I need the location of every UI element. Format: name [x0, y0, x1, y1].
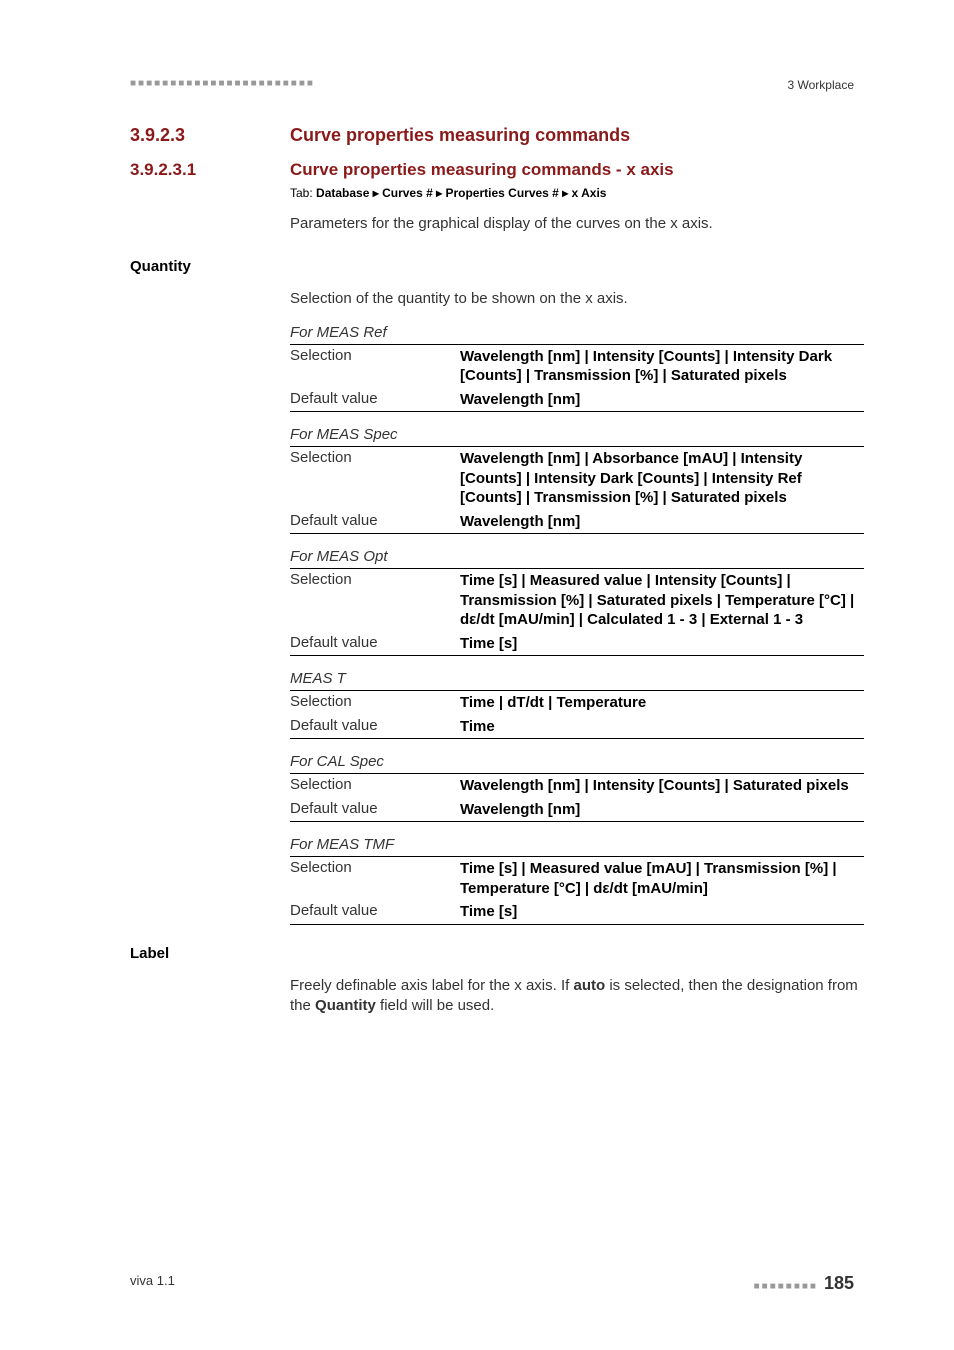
- group-caption: For MEAS TMF: [290, 836, 864, 856]
- group-caption: For CAL Spec: [290, 753, 864, 773]
- divider: [290, 738, 864, 739]
- footer-right: ■■■■■■■■ 185: [754, 1273, 854, 1294]
- property-value: Wavelength [nm] | Intensity [Counts] | I…: [460, 347, 864, 386]
- property-group: For MEAS TMFSelectionTime [s] | Measured…: [290, 836, 864, 925]
- property-row: SelectionTime | dT/dt | Temperature: [290, 691, 864, 715]
- property-row: SelectionWavelength [nm] | Intensity [Co…: [290, 774, 864, 798]
- quantity-desc: Selection of the quantity to be shown on…: [290, 289, 864, 309]
- divider: [290, 655, 864, 656]
- property-row: SelectionWavelength [nm] | Absorbance [m…: [290, 447, 864, 510]
- property-label: Default value: [290, 512, 460, 532]
- property-value: Time: [460, 717, 864, 737]
- property-group: MEAS TSelectionTime | dT/dt | Temperatur…: [290, 670, 864, 739]
- footer-left: viva 1.1: [130, 1273, 175, 1294]
- property-value: Wavelength [nm]: [460, 390, 864, 410]
- tab-path: Tab: Database ▸ Curves # ▸ Properties Cu…: [290, 186, 864, 200]
- property-value: Time [s]: [460, 902, 864, 922]
- property-value: Time | dT/dt | Temperature: [460, 693, 864, 713]
- property-row: Default valueWavelength [nm]: [290, 510, 864, 534]
- property-row: Default valueWavelength [nm]: [290, 388, 864, 412]
- divider: [290, 924, 864, 925]
- property-label: Selection: [290, 859, 460, 898]
- section-title: Curve properties measuring commands: [290, 125, 630, 146]
- property-value: Time [s]: [460, 634, 864, 654]
- property-value: Time [s] | Measured value [mAU] | Transm…: [460, 859, 864, 898]
- divider: [290, 533, 864, 534]
- label-bold-auto: auto: [573, 977, 605, 994]
- group-caption: For MEAS Spec: [290, 426, 864, 446]
- property-label: Selection: [290, 449, 460, 508]
- label-bold-quantity: Quantity: [315, 997, 376, 1014]
- quantity-heading: Quantity: [130, 258, 864, 275]
- property-value: Wavelength [nm]: [460, 800, 864, 820]
- divider: [290, 821, 864, 822]
- section-number: 3.9.2.3: [130, 125, 290, 146]
- group-caption: MEAS T: [290, 670, 864, 690]
- page-number: 185: [824, 1273, 854, 1293]
- property-row: SelectionTime [s] | Measured value | Int…: [290, 569, 864, 632]
- property-group: For MEAS RefSelectionWavelength [nm] | I…: [290, 324, 864, 413]
- intro-paragraph: Parameters for the graphical display of …: [290, 214, 864, 234]
- property-label: Selection: [290, 693, 460, 713]
- page-footer: viva 1.1 ■■■■■■■■ 185: [130, 1273, 854, 1294]
- property-value: Wavelength [nm] | Intensity [Counts] | S…: [460, 776, 864, 796]
- property-row: Default valueTime: [290, 715, 864, 739]
- property-label: Selection: [290, 347, 460, 386]
- property-value: Wavelength [nm] | Absorbance [mAU] | Int…: [460, 449, 864, 508]
- section-heading: 3.9.2.3 Curve properties measuring comma…: [130, 125, 864, 146]
- tab-text: Database ▸ Curves # ▸ Properties Curves …: [316, 186, 606, 200]
- property-label: Selection: [290, 776, 460, 796]
- property-group: For CAL SpecSelectionWavelength [nm] | I…: [290, 753, 864, 822]
- subsection-number: 3.9.2.3.1: [130, 160, 290, 180]
- label-text-post: field will be used.: [376, 997, 494, 1014]
- property-label: Default value: [290, 902, 460, 922]
- property-group: For MEAS SpecSelectionWavelength [nm] | …: [290, 426, 864, 534]
- label-text-pre: Freely definable axis label for the x ax…: [290, 977, 573, 994]
- property-value: Wavelength [nm]: [460, 512, 864, 532]
- header-dots: ■■■■■■■■■■■■■■■■■■■■■■■: [130, 78, 864, 89]
- property-label: Default value: [290, 717, 460, 737]
- subsection-heading: 3.9.2.3.1 Curve properties measuring com…: [130, 160, 864, 180]
- footer-dots: ■■■■■■■■: [754, 1281, 818, 1292]
- property-row: SelectionWavelength [nm] | Intensity [Co…: [290, 345, 864, 388]
- property-row: Default valueTime [s]: [290, 900, 864, 924]
- property-row: Default valueWavelength [nm]: [290, 798, 864, 822]
- tab-prefix: Tab:: [290, 186, 313, 200]
- divider: [290, 411, 864, 412]
- property-label: Default value: [290, 634, 460, 654]
- chapter-indicator: 3 Workplace: [788, 78, 854, 92]
- property-label: Selection: [290, 571, 460, 630]
- label-paragraph: Freely definable axis label for the x ax…: [290, 976, 864, 1017]
- property-label: Default value: [290, 800, 460, 820]
- property-value: Time [s] | Measured value | Intensity [C…: [460, 571, 864, 630]
- subsection-title: Curve properties measuring commands - x …: [290, 160, 674, 180]
- property-label: Default value: [290, 390, 460, 410]
- property-group: For MEAS OptSelectionTime [s] | Measured…: [290, 548, 864, 656]
- group-caption: For MEAS Ref: [290, 324, 864, 344]
- property-row: SelectionTime [s] | Measured value [mAU]…: [290, 857, 864, 900]
- group-caption: For MEAS Opt: [290, 548, 864, 568]
- label-heading: Label: [130, 945, 864, 962]
- property-row: Default valueTime [s]: [290, 632, 864, 656]
